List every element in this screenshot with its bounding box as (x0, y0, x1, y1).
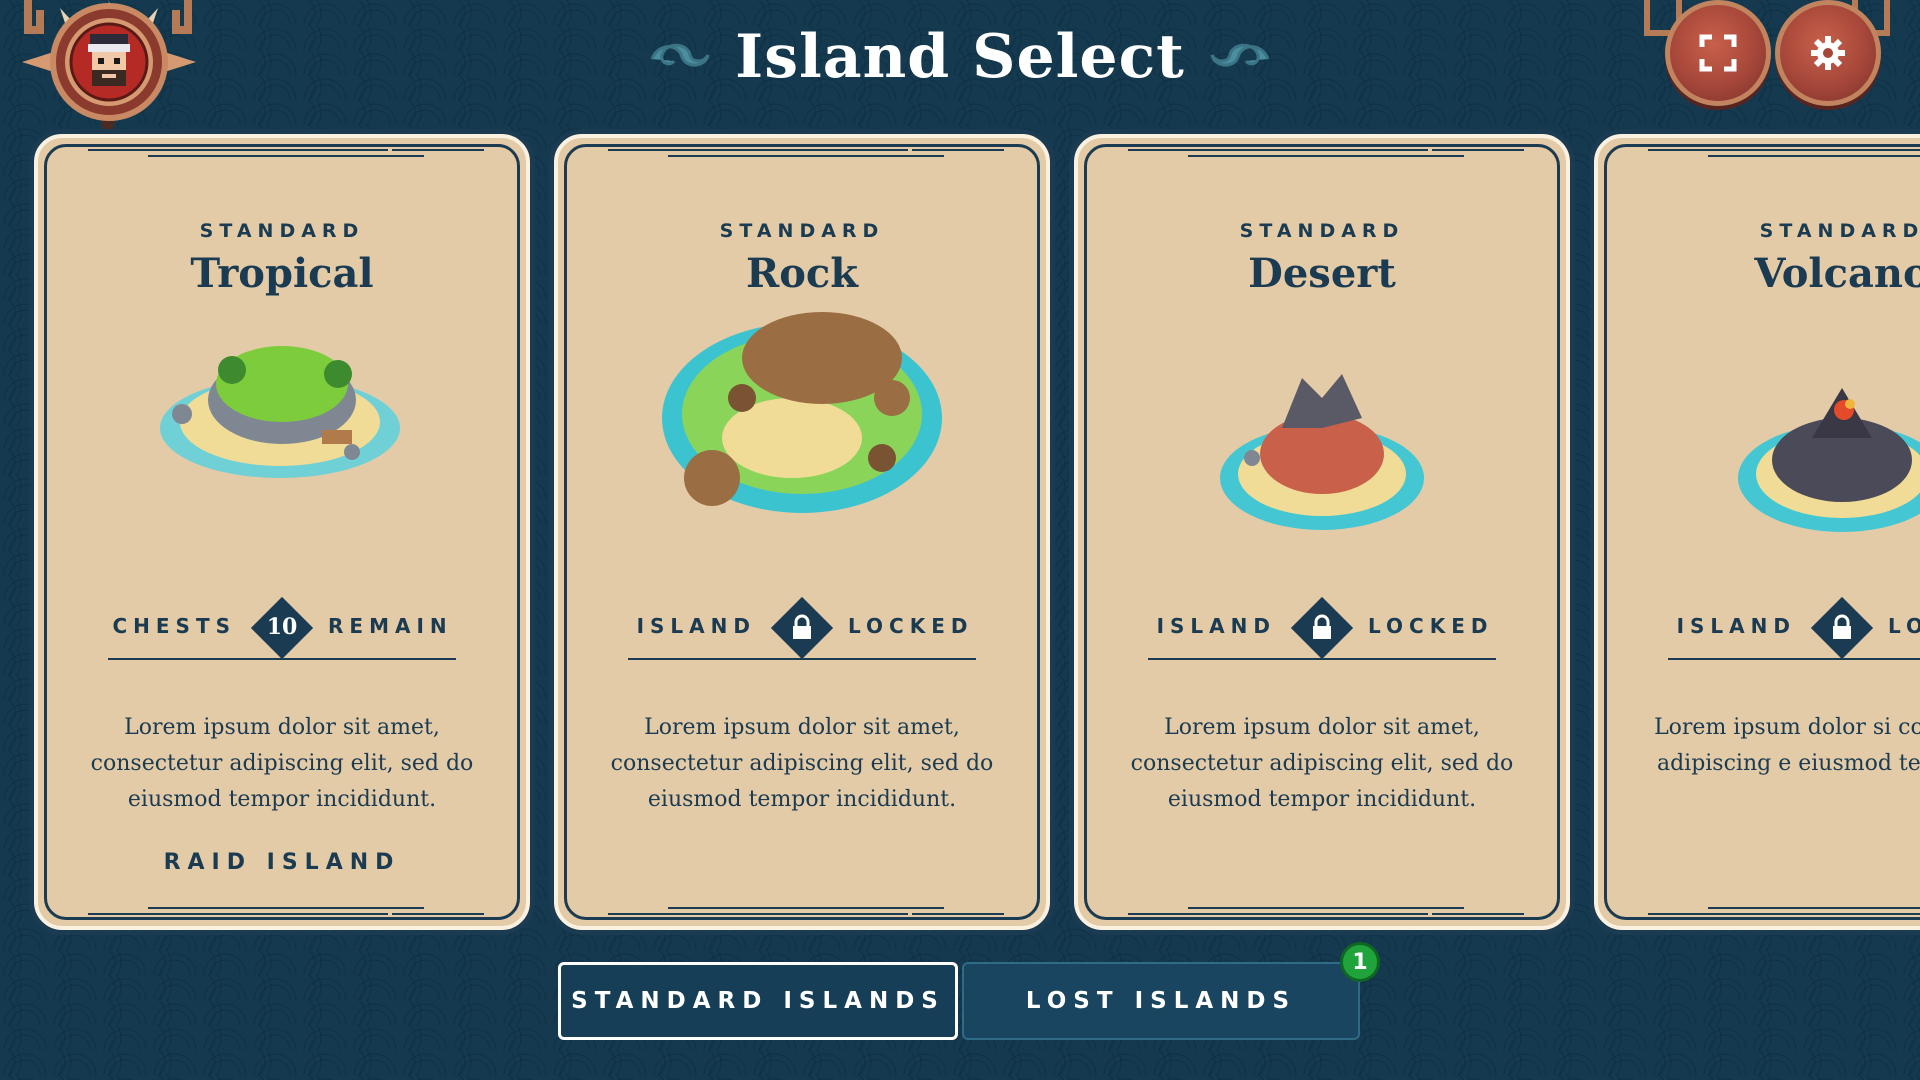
gear-icon (1811, 36, 1845, 70)
island-card-desert[interactable]: STANDARD Desert ISLAND LOCKED Lorem ipsu… (1074, 134, 1570, 930)
fullscreen-icon (1699, 34, 1737, 72)
raid-island-button[interactable]: RAID ISLAND (38, 850, 526, 875)
island-card-tropical[interactable]: STANDARD Tropical CHESTS 10 REMAIN Lorem… (34, 134, 530, 930)
settings-button[interactable] (1775, 0, 1881, 106)
card-bottom-ornament (1648, 907, 1920, 915)
card-bottom-ornament (88, 907, 484, 915)
lock-icon (1833, 614, 1851, 639)
card-title: Tropical (190, 250, 374, 297)
stat-divider (628, 658, 976, 660)
title-bar: Island Select (0, 22, 1920, 102)
card-description: Lorem ipsum dolor si consectetur adipisc… (1654, 715, 1920, 776)
page-title: Island Select (735, 22, 1185, 92)
card-top-ornament (88, 149, 484, 157)
tab-lost-islands[interactable]: LOST ISLANDS (962, 962, 1360, 1040)
stat-divider (1148, 658, 1496, 660)
stat-left-label: CHESTS (112, 614, 236, 638)
stat-left-label: ISLAND (636, 614, 756, 638)
card-title: Desert (1248, 250, 1396, 297)
desert-island-image (1220, 374, 1424, 530)
stat-right-label: REMAIN (328, 614, 453, 638)
card-top-ornament (1128, 149, 1524, 157)
stat-right-label: LOCKED (848, 614, 974, 638)
tab-standard-islands[interactable]: STANDARD ISLANDS (558, 962, 958, 1040)
right-swirl-icon (1210, 43, 1270, 67)
card-category: STANDARD (719, 220, 885, 242)
card-top-ornament (608, 149, 1004, 157)
stat-left-label: ISLAND (1156, 614, 1276, 638)
card-bottom-ornament (608, 907, 1004, 915)
left-swirl-icon (650, 43, 710, 67)
card-description: Lorem ipsum dolor sit amet, consectetur … (90, 715, 474, 812)
card-category: STANDARD (1239, 220, 1405, 242)
chest-count: 10 (266, 614, 298, 640)
volcano-island-image (1738, 388, 1920, 532)
card-title: Volcano (1754, 250, 1920, 297)
card-clip: STANDARD Volcano ISLAND LO Lorem ipsum d… (1590, 120, 1920, 960)
stat-right-label: LO (1888, 614, 1920, 638)
stat-right-label: LOCKED (1368, 614, 1494, 638)
lock-icon (1313, 614, 1331, 639)
stat-left-label: ISLAND (1676, 614, 1796, 638)
card-description: Lorem ipsum dolor sit amet, consectetur … (1130, 715, 1514, 812)
card-bottom-ornament (1128, 907, 1524, 915)
island-card-rock[interactable]: STANDARD Rock ISLAND LOCKED Lorem ipsum … (554, 134, 1050, 930)
lock-icon (793, 614, 811, 639)
card-stat: CHESTS 10 REMAIN (108, 596, 456, 668)
rock-island-image (662, 312, 942, 513)
stat-divider (1668, 658, 1920, 660)
card-stat: ISLAND LOCKED (1148, 596, 1496, 668)
card-stat: ISLAND LOCKED (628, 596, 976, 668)
card-top-ornament (1648, 149, 1920, 157)
fullscreen-button[interactable] (1665, 0, 1771, 106)
card-description: Lorem ipsum dolor sit amet, consectetur … (610, 715, 994, 812)
card-stat: ISLAND LO (1668, 596, 1920, 668)
notification-badge: 1 (1340, 942, 1380, 982)
tropical-island-image (160, 346, 400, 478)
card-category: STANDARD (199, 220, 365, 242)
island-card-volcano[interactable]: STANDARD Volcano ISLAND LO Lorem ipsum d… (1594, 134, 1920, 930)
card-category: STANDARD (1759, 220, 1920, 242)
stat-divider (108, 658, 456, 660)
